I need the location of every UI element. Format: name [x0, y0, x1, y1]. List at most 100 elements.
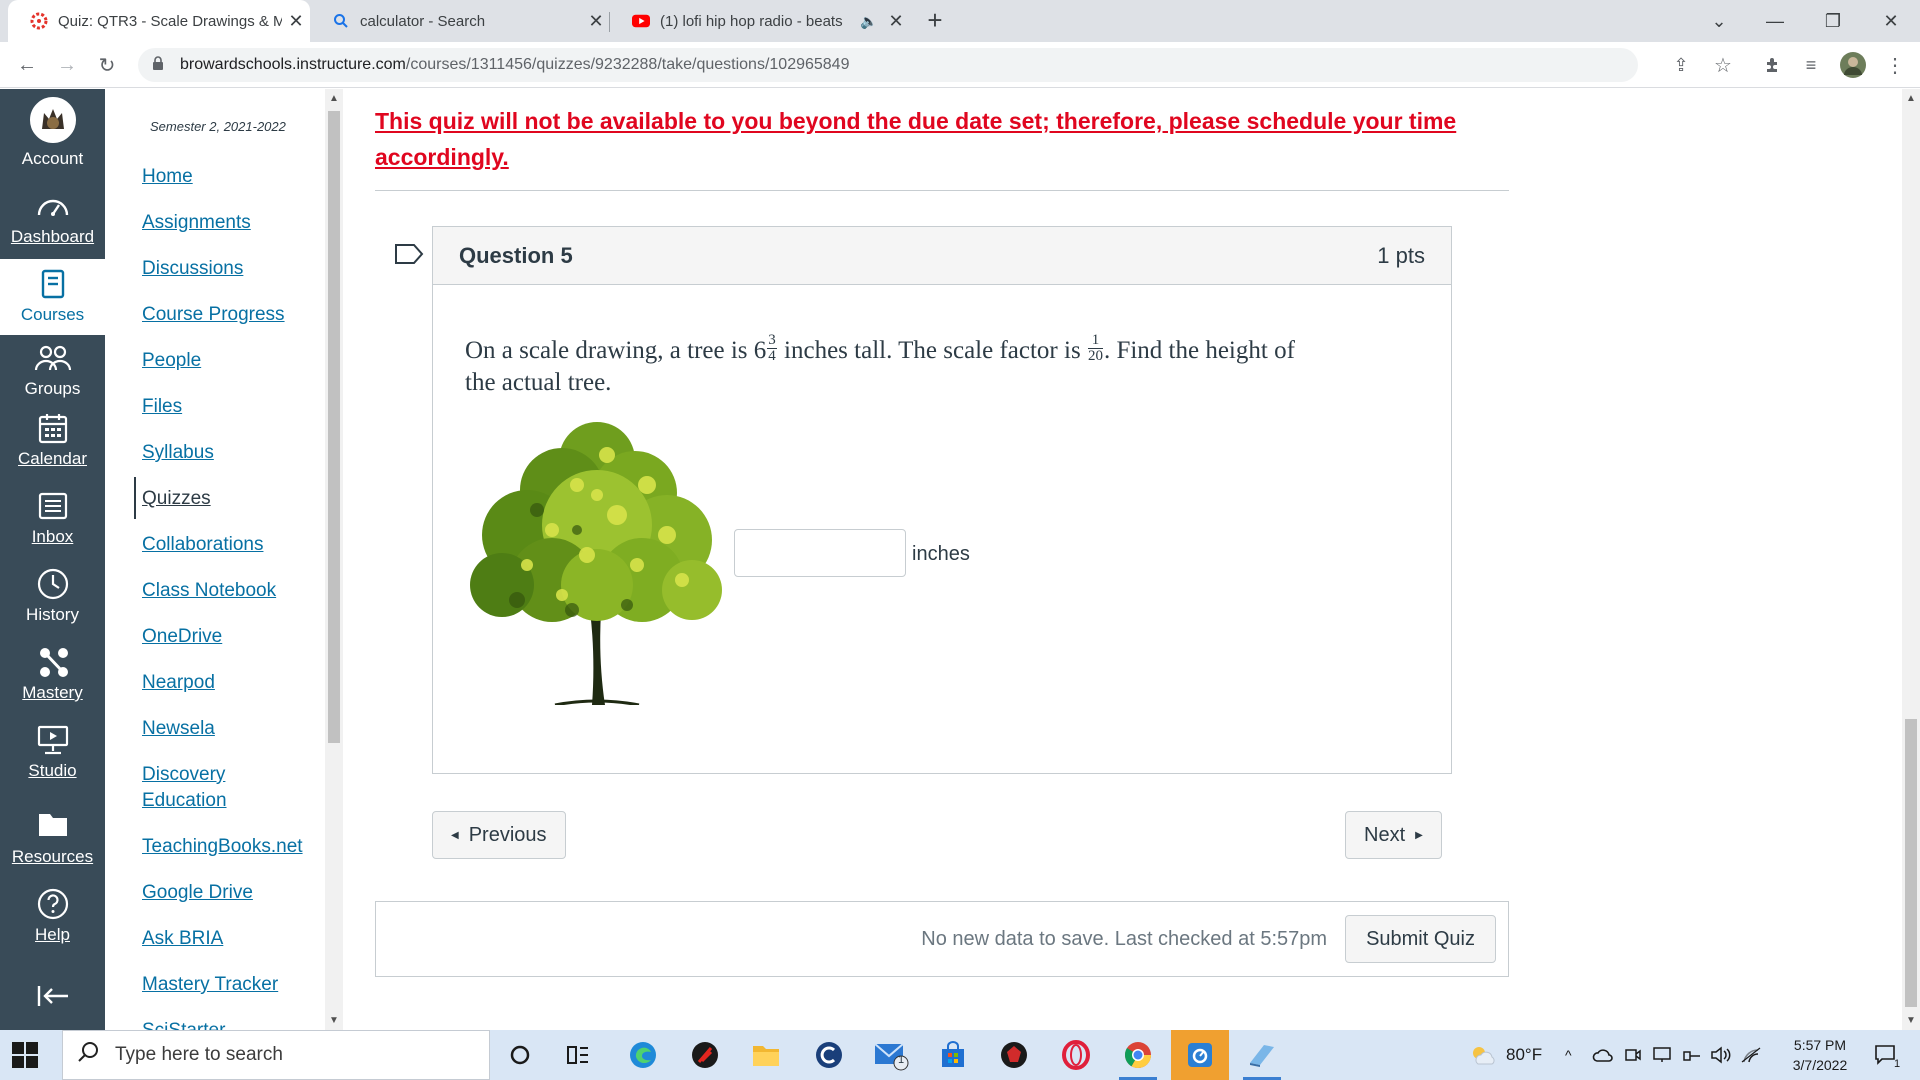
back-icon[interactable]: ←	[12, 50, 42, 80]
global-nav-history[interactable]: History	[0, 567, 105, 625]
tab-calculator[interactable]: calculator - Search ✕	[310, 0, 610, 42]
global-nav-studio[interactable]: Studio	[0, 723, 105, 781]
course-nav-class-notebook[interactable]: Class Notebook	[142, 578, 276, 604]
course-nav-google-drive[interactable]: Google Drive	[142, 880, 253, 906]
forward-icon[interactable]: →	[52, 50, 82, 80]
course-nav-onedrive[interactable]: OneDrive	[142, 624, 222, 650]
media-control-icon[interactable]: ≡	[1796, 50, 1826, 80]
taskbar-search[interactable]: Type here to search	[62, 1030, 490, 1080]
volume-icon[interactable]	[1710, 1030, 1732, 1080]
global-nav-help[interactable]: Help	[0, 887, 105, 945]
global-nav-dashboard[interactable]: Dashboard	[0, 189, 105, 247]
course-nav-newsela[interactable]: Newsela	[142, 716, 215, 742]
file-explorer-icon[interactable]	[737, 1030, 795, 1080]
course-nav-scrollbar[interactable]: ▲ ▼	[325, 89, 343, 1030]
global-nav-inbox[interactable]: Inbox	[0, 489, 105, 547]
weather-temp: 80°F	[1506, 1045, 1543, 1064]
course-nav-quizzes[interactable]: Quizzes	[142, 486, 211, 512]
course-nav-discussions[interactable]: Discussions	[142, 256, 243, 282]
course-nav-discovery-education[interactable]: Discovery Education	[142, 762, 252, 814]
chrome-icon[interactable]	[1109, 1030, 1167, 1080]
close-tab-icon[interactable]: ✕	[882, 11, 910, 32]
scroll-up-icon[interactable]: ▲	[1906, 93, 1916, 104]
edge-icon[interactable]	[614, 1030, 672, 1080]
course-nav-assignments[interactable]: Assignments	[142, 210, 251, 236]
scrollbar-thumb[interactable]	[328, 111, 340, 743]
quiz-warning: This quiz will not be available to you b…	[375, 108, 1457, 170]
fraction: 34	[767, 331, 777, 364]
scroll-down-icon[interactable]: ▼	[1906, 1015, 1916, 1026]
meet-now-icon[interactable]	[1624, 1030, 1642, 1080]
address-bar[interactable]: browardschools.instructure.com/courses/1…	[138, 48, 1638, 82]
scroll-up-icon[interactable]: ▲	[329, 93, 339, 104]
global-nav-groups[interactable]: Groups	[0, 341, 105, 399]
youtube-icon	[632, 12, 650, 30]
global-nav-courses[interactable]: Courses	[0, 259, 105, 335]
profile-avatar-icon[interactable]	[1838, 50, 1868, 80]
course-nav-nearpod[interactable]: Nearpod	[142, 670, 215, 696]
tab-youtube[interactable]: (1) lofi hip hop radio - beats 🔈 ✕	[610, 0, 910, 42]
onedrive-icon[interactable]	[1592, 1030, 1614, 1080]
course-nav-scistarter[interactable]: SciStarter	[142, 1018, 225, 1030]
flag-question-icon[interactable]	[394, 243, 424, 265]
speaker-icon[interactable]: 🔈	[860, 13, 882, 30]
network-icon[interactable]	[1682, 1030, 1702, 1080]
global-nav-label: Studio	[28, 761, 77, 780]
microsoft-store-icon[interactable]	[924, 1030, 982, 1080]
course-nav-home[interactable]: Home	[142, 164, 193, 190]
focus-app-icon[interactable]	[1171, 1030, 1229, 1080]
tab-quiz[interactable]: Quiz: QTR3 - Scale Drawings & M ✕	[8, 0, 310, 42]
next-button[interactable]: Next ▶	[1345, 811, 1442, 859]
course-nav-files[interactable]: Files	[142, 394, 182, 420]
system-clock[interactable]: 5:57 PM 3/7/2022	[1770, 1035, 1870, 1075]
submit-quiz-button[interactable]: Submit Quiz	[1345, 915, 1496, 963]
scroll-down-icon[interactable]: ▼	[329, 1015, 339, 1026]
scrollbar-thumb[interactable]	[1905, 719, 1917, 1007]
bookmark-star-icon[interactable]: ☆	[1708, 50, 1738, 80]
page-scrollbar[interactable]: ▲ ▼	[1902, 89, 1920, 1030]
groups-icon	[34, 341, 72, 375]
opera-icon[interactable]	[1047, 1030, 1105, 1080]
course-nav-teachingbooks[interactable]: TeachingBooks.net	[142, 834, 303, 860]
wifi-icon[interactable]	[1740, 1030, 1762, 1080]
app-c-icon[interactable]	[800, 1030, 858, 1080]
global-nav-resources[interactable]: Resources	[0, 803, 105, 867]
previous-button[interactable]: ◀ Previous	[432, 811, 566, 859]
global-nav-mastery[interactable]: Mastery	[0, 645, 105, 703]
course-nav-collaborations[interactable]: Collaborations	[142, 532, 263, 558]
global-nav-calendar[interactable]: Calendar	[0, 411, 105, 469]
collapse-nav-button[interactable]	[0, 979, 105, 1017]
close-tab-icon[interactable]: ✕	[582, 11, 610, 32]
tab-search-chevron-icon[interactable]: ⌄	[1696, 0, 1742, 42]
task-view-icon[interactable]	[549, 1030, 607, 1080]
share-icon[interactable]: ⇪	[1666, 50, 1696, 80]
close-tab-icon[interactable]: ✕	[282, 11, 310, 32]
notifications-icon[interactable]: 1	[1874, 1030, 1900, 1080]
course-nav-course-progress[interactable]: Course Progress	[142, 302, 285, 328]
course-nav-people[interactable]: People	[142, 348, 201, 374]
reload-icon[interactable]: ↻	[92, 50, 122, 80]
gaming-app-icon[interactable]	[985, 1030, 1043, 1080]
fraction: 1 20	[1087, 331, 1103, 364]
course-nav-syllabus[interactable]: Syllabus	[142, 440, 214, 466]
clock-time: 5:57 PM	[1793, 1037, 1847, 1053]
global-nav-account[interactable]: Account	[0, 97, 105, 169]
answer-input[interactable]	[734, 529, 906, 577]
quiz-save-bar: No new data to save. Last checked at 5:5…	[375, 901, 1509, 977]
minimize-icon[interactable]: —	[1752, 0, 1798, 42]
close-window-icon[interactable]: ✕	[1868, 0, 1914, 42]
show-hidden-icons-icon[interactable]: ^	[1565, 1030, 1572, 1080]
extensions-icon[interactable]	[1758, 50, 1788, 80]
window-app-icon[interactable]	[1233, 1030, 1291, 1080]
course-nav-mastery-tracker[interactable]: Mastery Tracker	[142, 972, 278, 998]
display-icon[interactable]	[1652, 1030, 1672, 1080]
mail-icon[interactable]: 1	[862, 1030, 920, 1080]
adobe-icon[interactable]	[676, 1030, 734, 1080]
cortana-icon[interactable]	[491, 1030, 549, 1080]
browser-menu-icon[interactable]: ⋮	[1880, 50, 1910, 80]
new-tab-button[interactable]: +	[920, 6, 950, 36]
restore-icon[interactable]: ❐	[1810, 0, 1856, 42]
course-nav-ask-bria[interactable]: Ask BRIA	[142, 926, 223, 952]
weather-widget[interactable]: 80°F	[1470, 1030, 1542, 1080]
windows-start-icon[interactable]	[12, 1042, 38, 1068]
